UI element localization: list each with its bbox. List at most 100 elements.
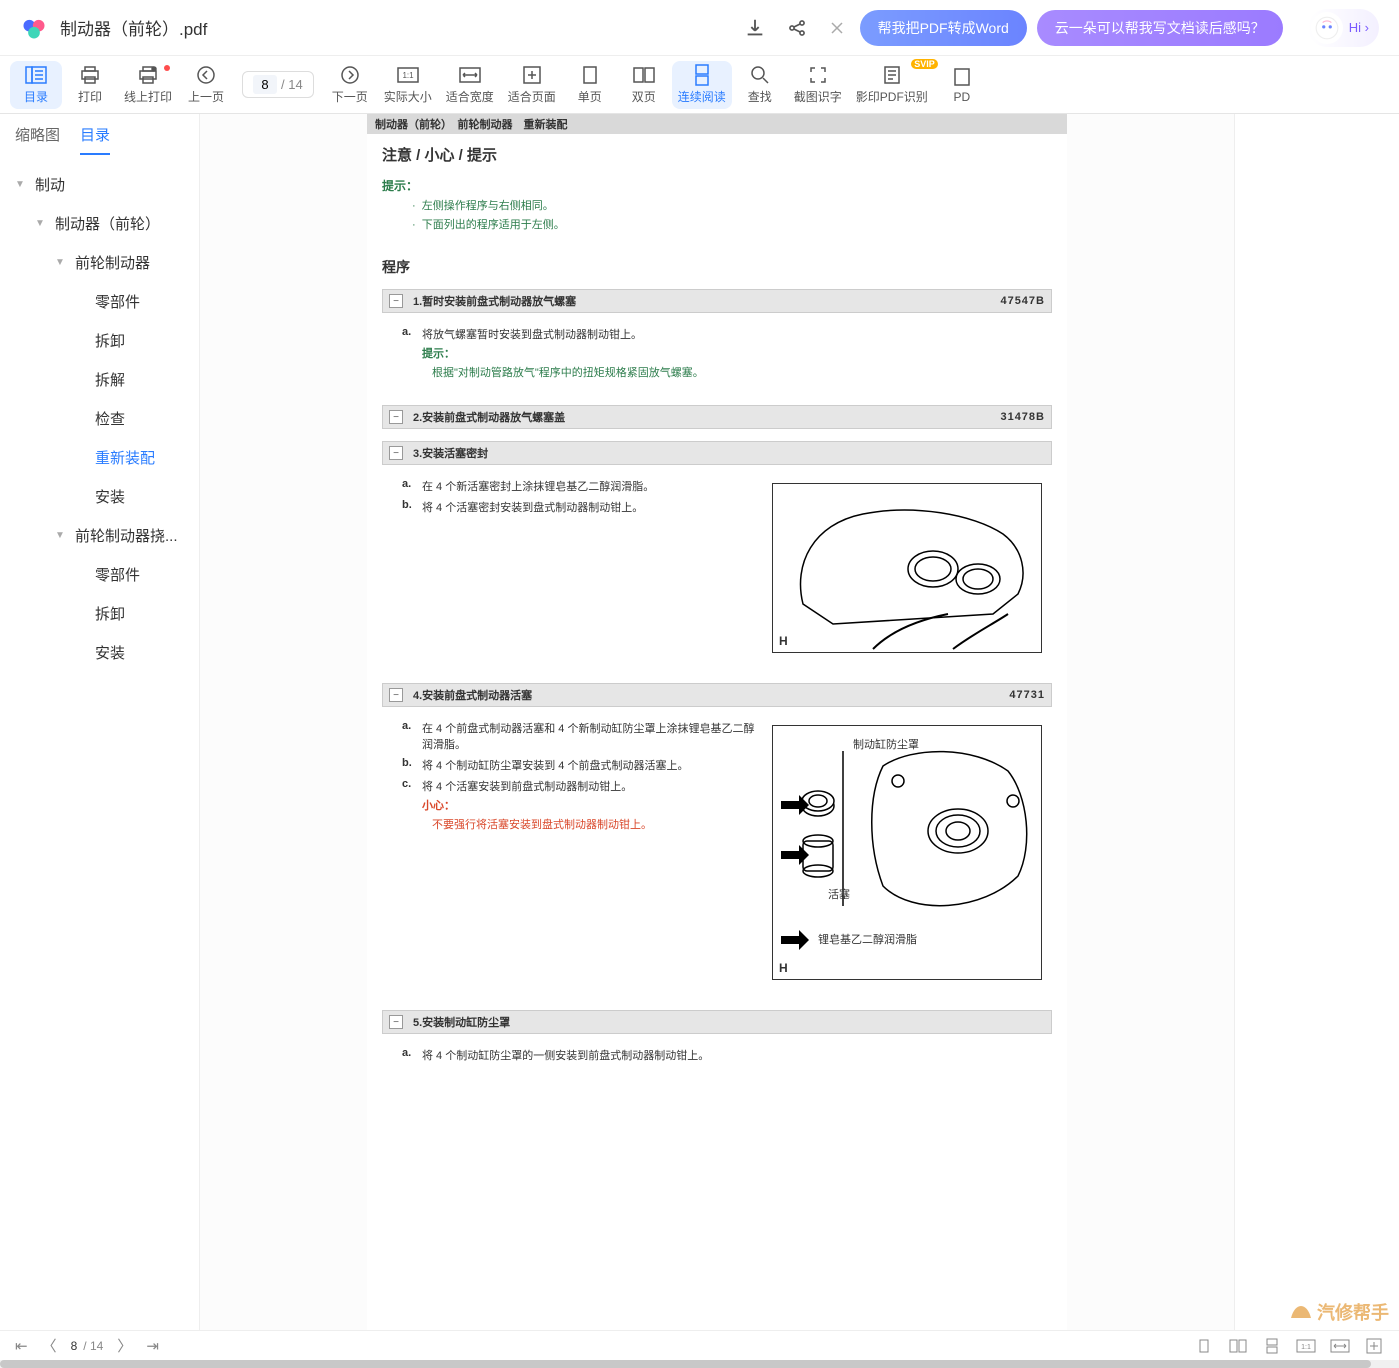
print-button[interactable]: 打印 bbox=[64, 61, 116, 109]
toc-item[interactable]: 重新装配 bbox=[5, 438, 194, 477]
next-page-button-icon bbox=[339, 64, 361, 86]
doc-breadcrumb: 制动器（前轮） 前轮制动器 重新装配 bbox=[367, 114, 1067, 134]
view-fit-width-icon[interactable] bbox=[1330, 1338, 1350, 1354]
fit-page-button[interactable]: 适合页面 bbox=[502, 61, 562, 109]
view-1to1-icon[interactable]: 1:1 bbox=[1296, 1338, 1316, 1354]
actual-size-button-icon: 1:1 bbox=[397, 64, 419, 86]
first-page-icon[interactable]: ⇤ bbox=[15, 1337, 28, 1355]
step-header: −5.安装制动缸防尘罩 bbox=[382, 1010, 1052, 1034]
prev-page-button-icon bbox=[195, 64, 217, 86]
watermark: 汽修帮手 bbox=[1289, 1299, 1389, 1325]
right-panel bbox=[1234, 114, 1399, 1330]
fit-width-button[interactable]: 适合宽度 bbox=[440, 61, 500, 109]
find-button[interactable]: 查找 bbox=[734, 61, 786, 109]
chevron-down-icon: ▼ bbox=[15, 179, 27, 190]
screenshot-ocr-button-icon bbox=[807, 64, 829, 86]
prev-page-button[interactable]: 上一页 bbox=[180, 61, 232, 109]
view-continuous-icon[interactable] bbox=[1262, 1338, 1282, 1354]
step-header: −1.暂时安装前盘式制动器放气螺塞47547B bbox=[382, 289, 1052, 313]
view-fit-page-icon[interactable] bbox=[1364, 1338, 1384, 1354]
toc-item[interactable]: 安装 bbox=[5, 477, 194, 516]
hi-label: Hi › bbox=[1349, 20, 1369, 35]
next-page-icon[interactable]: 〉 bbox=[117, 1335, 132, 1356]
share-icon[interactable] bbox=[785, 16, 809, 40]
scan-pdf-recognize-button[interactable]: 影印PDF识别SVIP bbox=[850, 61, 934, 109]
chevron-down-icon: ▼ bbox=[55, 530, 67, 541]
page-number-input[interactable] bbox=[253, 75, 277, 94]
footer-bar: ⇤ 〈 8 / 14 〉 ⇥ 1:1 bbox=[0, 1330, 1399, 1360]
sub-step: a.将 4 个制动缸防尘罩的一侧安装到前盘式制动器制动钳上。 bbox=[402, 1047, 1042, 1063]
main-area: 缩略图 目录 ▼制动▼制动器（前轮）▼前轮制动器零部件拆卸拆解检查重新装配安装▼… bbox=[0, 114, 1399, 1330]
toc-item[interactable]: 检查 bbox=[5, 399, 194, 438]
svg-text:1:1: 1:1 bbox=[402, 71, 414, 80]
chevron-down-icon: ▼ bbox=[35, 218, 47, 229]
dual-page-button-icon bbox=[633, 64, 655, 86]
pdf-page: 制动器（前轮） 前轮制动器 重新装配 注意 / 小心 / 提示 提示： 左侧操作… bbox=[367, 114, 1067, 1330]
tab-toc[interactable]: 目录 bbox=[80, 124, 110, 155]
toc-item[interactable]: 零部件 bbox=[5, 555, 194, 594]
prev-page-icon[interactable]: 〈 bbox=[42, 1335, 57, 1356]
sub-step: c.将 4 个活塞安装到前盘式制动器制动钳上。小心：不要强行将活塞安装到盘式制动… bbox=[402, 778, 757, 832]
find-button-icon bbox=[749, 64, 771, 86]
pdf-tool-button-icon bbox=[951, 66, 973, 88]
convert-pdf-button[interactable]: 帮我把PDF转成Word bbox=[860, 10, 1027, 46]
toc-button[interactable]: 目录 bbox=[10, 61, 62, 109]
ai-summary-button[interactable]: 云一朵可以帮我写文档读后感吗？ bbox=[1037, 10, 1283, 46]
toc-item[interactable]: ▼前轮制动器 bbox=[5, 243, 194, 282]
single-page-button[interactable]: 单页 bbox=[564, 61, 616, 109]
collapse-icon[interactable]: − bbox=[389, 1015, 403, 1029]
sub-step: a.在 4 个新活塞密封上涂抹锂皂基乙二醇润滑脂。 bbox=[402, 478, 757, 494]
top-bar: 制动器（前轮）.pdf 帮我把PDF转成Word 云一朵可以帮我写文档读后感吗？… bbox=[0, 0, 1399, 56]
hint-text: 左侧操作程序与右侧相同。 bbox=[412, 197, 1052, 213]
scan-pdf-recognize-button-icon bbox=[881, 64, 903, 86]
tab-thumbnail[interactable]: 缩略图 bbox=[15, 124, 60, 155]
fit-width-button-icon bbox=[459, 64, 481, 86]
toc-item[interactable]: 安装 bbox=[5, 633, 194, 672]
next-page-button[interactable]: 下一页 bbox=[324, 61, 376, 109]
step-body: a.将 4 个制动缸防尘罩的一侧安装到前盘式制动器制动钳上。 bbox=[382, 1034, 1052, 1076]
step-header: −4.安装前盘式制动器活塞47731 bbox=[382, 683, 1052, 707]
horizontal-scrollbar[interactable] bbox=[0, 1360, 1399, 1368]
toc-item[interactable]: ▼制动 bbox=[5, 165, 194, 204]
sub-step: a.将放气螺塞暂时安装到盘式制动器制动钳上。提示：根据"对制动管路放气"程序中的… bbox=[402, 326, 1042, 380]
print-button-icon bbox=[79, 64, 101, 86]
toc-item[interactable]: 零部件 bbox=[5, 282, 194, 321]
toc-item[interactable]: 拆解 bbox=[5, 360, 194, 399]
step-code: 31478B bbox=[1000, 411, 1045, 423]
page-total-label: / 14 bbox=[281, 77, 303, 92]
view-single-icon[interactable] bbox=[1194, 1338, 1214, 1354]
sub-step: b.将 4 个制动缸防尘罩安装到 4 个前盘式制动器活塞上。 bbox=[402, 757, 757, 773]
hint-text: 下面列出的程序适用于左侧。 bbox=[412, 216, 1052, 232]
continuous-read-button[interactable]: 连续阅读 bbox=[672, 61, 732, 109]
toc-item[interactable]: 拆卸 bbox=[5, 321, 194, 360]
sub-step: b.将 4 个活塞密封安装到盘式制动器制动钳上。 bbox=[402, 499, 757, 515]
collapse-icon[interactable]: − bbox=[389, 410, 403, 424]
view-dual-icon[interactable] bbox=[1228, 1338, 1248, 1354]
screenshot-ocr-button[interactable]: 截图识字 bbox=[788, 61, 848, 109]
toc-item[interactable]: ▼制动器（前轮） bbox=[5, 204, 194, 243]
toc-item[interactable]: ▼前轮制动器挠... bbox=[5, 516, 194, 555]
toc-tree: ▼制动▼制动器（前轮）▼前轮制动器零部件拆卸拆解检查重新装配安装▼前轮制动器挠.… bbox=[0, 155, 199, 682]
close-icon[interactable] bbox=[829, 20, 845, 36]
collapse-icon[interactable]: − bbox=[389, 294, 403, 308]
page-input-box: / 14 bbox=[242, 71, 314, 98]
sidebar: 缩略图 目录 ▼制动▼制动器（前轮）▼前轮制动器零部件拆卸拆解检查重新装配安装▼… bbox=[0, 114, 200, 1330]
toc-item[interactable]: 拆卸 bbox=[5, 594, 194, 633]
svg-text:1:1: 1:1 bbox=[1301, 1344, 1311, 1351]
chevron-down-icon: ▼ bbox=[55, 257, 67, 268]
last-page-icon[interactable]: ⇥ bbox=[146, 1337, 159, 1355]
toc-button-icon bbox=[25, 64, 47, 86]
footer-page-total: / 14 bbox=[83, 1339, 103, 1353]
actual-size-button[interactable]: 1:1实际大小 bbox=[378, 61, 438, 109]
app-logo bbox=[20, 14, 48, 42]
content-viewport[interactable]: 制动器（前轮） 前轮制动器 重新装配 注意 / 小心 / 提示 提示： 左侧操作… bbox=[200, 114, 1234, 1330]
assistant-avatar[interactable]: Hi › bbox=[1308, 9, 1379, 47]
step-body: a.在 4 个新活塞密封上涂抹锂皂基乙二醇润滑脂。 b.将 4 个活塞密封安装到盘… bbox=[382, 465, 1052, 671]
collapse-icon[interactable]: − bbox=[389, 446, 403, 460]
continuous-read-button-icon bbox=[691, 64, 713, 86]
download-icon[interactable] bbox=[743, 16, 767, 40]
dual-page-button[interactable]: 双页 bbox=[618, 61, 670, 109]
collapse-icon[interactable]: − bbox=[389, 688, 403, 702]
pdf-tool-button[interactable]: PD bbox=[936, 61, 988, 109]
online-print-button[interactable]: 线上打印 bbox=[118, 61, 178, 109]
